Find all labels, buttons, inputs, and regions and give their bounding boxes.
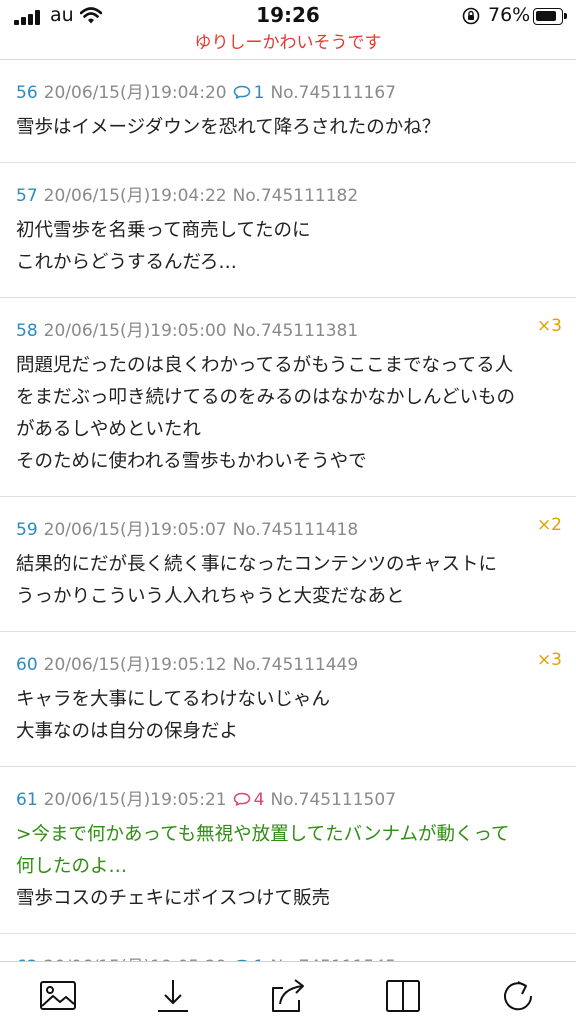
battery-level [536,11,556,21]
post-meta: 56 20/06/15(月)19:04:20 1 No.745111167 [16,78,396,103]
thread-title: ゆりしーかわいそうです [194,33,382,53]
post-body: 結果的にだが長く続く事になったコンテンツのキャストに うっかりこういう人入れちゃう… [16,549,497,613]
post-number[interactable]: 59 [16,520,38,540]
reply-count-value: 1 [253,83,265,103]
post-date: 20/06/15(月)19:05:12 [43,655,227,675]
soudane-count[interactable]: ×2 [537,515,562,535]
body-line: 初代雪歩を名乗って商売してたのに [16,220,311,241]
reply-count[interactable]: 1 [233,83,265,103]
post-date: 20/06/15(月)19:04:22 [43,186,227,206]
post-body: 問題児だったのは良くわかってるがもうここまでなってる人 をまだぶっ叩き続けてるのを… [16,350,515,478]
body-line: 雪歩はイメージダウンを恐れて降ろされたのかね？ [16,117,441,138]
bottom-toolbar [0,961,576,1024]
quote-line: 何したのよ… [16,856,128,877]
share-icon[interactable] [268,978,308,1014]
body-line: をまだぶっ叩き続けてるのをみるのはなかなかしんどいもの [16,387,515,408]
body-line: があるしやめといたれ [16,419,201,440]
body-line: 問題児だったのは良くわかってるがもうここまでなってる人 [16,355,514,376]
post-number[interactable]: 57 [16,186,38,206]
post-id[interactable]: No.745111182 [233,186,359,206]
post-56[interactable]: 56 20/06/15(月)19:04:20 1 No.745111167 雪歩はイメー… [0,60,576,163]
body-line: 結果的にだが長く続く事になったコンテンツのキャストに [16,554,498,575]
soudane-count[interactable]: ×3 [537,650,562,670]
battery-icon [533,8,567,25]
post-date: 20/06/15(月)19:05:00 [43,321,227,341]
post-number[interactable]: 56 [16,83,38,103]
body-line: キャラを大事にしてるわけないじゃん [16,689,330,710]
body-line: 大事なのは自分の保身だよ [16,721,239,742]
body-line: 雪歩コスのチェキにボイスつけて販売 [16,888,330,909]
image-icon[interactable] [38,978,78,1014]
post-58[interactable]: 58 20/06/15(月)19:05:00 No.745111381 ×3 問題児だっ… [0,298,576,497]
post-body: キャラを大事にしてるわけないじゃん 大事なのは自分の保身だよ [16,684,330,748]
post-number[interactable]: 58 [16,321,38,341]
post-id[interactable]: No.745111381 [233,321,359,341]
rotation-lock-icon [462,7,480,25]
post-number[interactable]: 61 [16,790,38,810]
reply-count-value: 4 [253,790,265,810]
post-date: 20/06/15(月)19:04:20 [43,83,227,103]
soudane-count[interactable]: ×3 [537,316,562,336]
post-id[interactable]: No.745111418 [233,520,359,540]
body-line: そのために使われる雪歩もかわいそうやで [16,451,367,472]
post-id[interactable]: No.745111167 [270,83,396,103]
battery-percent: 76% [488,4,531,26]
speech-bubble-icon [233,792,250,806]
post-61[interactable]: 61 20/06/15(月)19:05:21 4 No.745111507 >今まで何か… [0,767,576,934]
post-body: >今まで何かあっても無視や放置してたバンナムが動くって 何したのよ… 雪歩コスのチェ… [16,819,510,915]
reply-count[interactable]: 4 [233,790,265,810]
body-line: うっかりこういう人入れちゃうと大変だなあと [16,586,405,607]
post-body: 初代雪歩を名乗って商売してたのに これからどうするんだろ… [16,215,311,279]
post-meta: 60 20/06/15(月)19:05:12 No.745111449 [16,650,358,675]
post-meta: 61 20/06/15(月)19:05:21 4 No.745111507 [16,785,396,810]
post-meta: 59 20/06/15(月)19:05:07 No.745111418 [16,515,358,540]
download-icon[interactable] [153,978,193,1014]
post-date: 20/06/15(月)19:05:07 [43,520,227,540]
quote-line: >今まで何かあっても無視や放置してたバンナムが動くって [16,824,510,845]
post-meta: 57 20/06/15(月)19:04:22 No.745111182 [16,181,358,206]
book-icon[interactable] [383,978,423,1014]
post-meta: 58 20/06/15(月)19:05:00 No.745111381 [16,316,358,341]
post-list[interactable]: 56 20/06/15(月)19:04:20 1 No.745111167 雪歩はイメー… [0,60,576,1024]
post-59[interactable]: 59 20/06/15(月)19:05:07 No.745111418 ×2 結果的にだ… [0,497,576,632]
post-body: 雪歩はイメージダウンを恐れて降ろされたのかね？ [16,112,440,144]
speech-bubble-icon [233,85,250,99]
post-number[interactable]: 60 [16,655,38,675]
refresh-icon[interactable] [498,978,538,1014]
post-57[interactable]: 57 20/06/15(月)19:04:22 No.745111182 初代雪歩を名乗… [0,163,576,298]
post-60[interactable]: 60 20/06/15(月)19:05:12 No.745111449 ×3 キャラを大… [0,632,576,767]
post-id[interactable]: No.745111507 [270,790,396,810]
body-line: これからどうするんだろ… [16,252,237,273]
post-id[interactable]: No.745111449 [233,655,359,675]
post-date: 20/06/15(月)19:05:21 [43,790,227,810]
